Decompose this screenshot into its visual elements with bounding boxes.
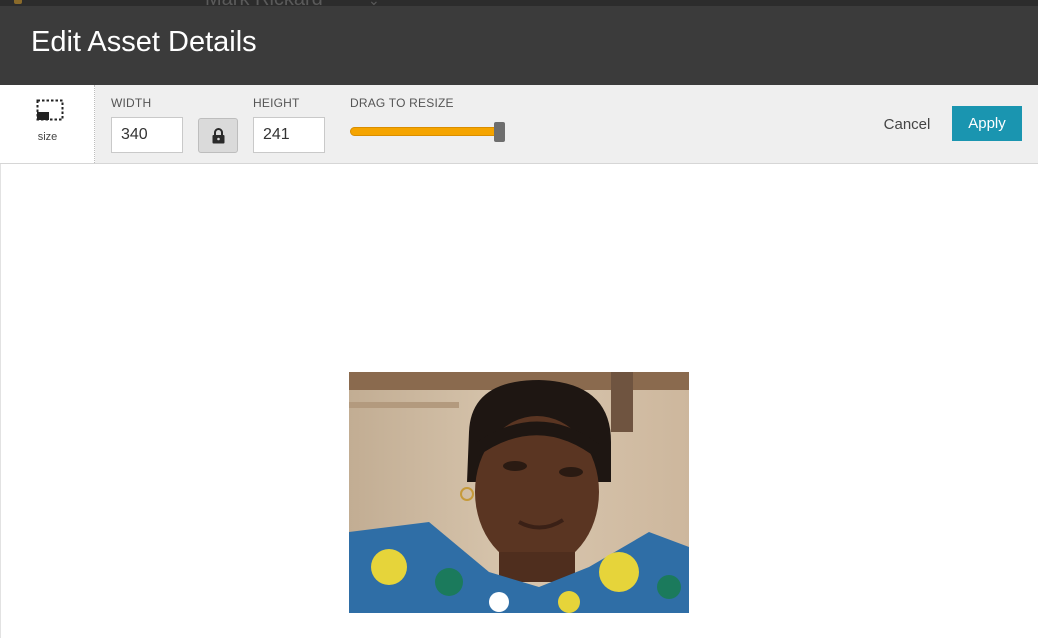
size-tool-label: size — [37, 131, 58, 143]
slider-fill — [350, 127, 500, 136]
resize-toolbar: size WIDTH HEIGHT DRAG TO RESIZE Cancel … — [0, 85, 1038, 164]
portrait-photo — [349, 372, 689, 613]
lock-icon — [212, 128, 225, 144]
asset-preview-image — [349, 372, 689, 613]
width-label: WIDTH — [111, 96, 152, 110]
size-tool-button[interactable]: size — [0, 85, 95, 163]
modal-header: Edit Asset Details — [0, 6, 1038, 85]
modal-title: Edit Asset Details — [31, 26, 257, 58]
height-input[interactable] — [253, 117, 325, 153]
aspect-lock-button[interactable] — [198, 118, 238, 153]
slider-handle[interactable] — [494, 122, 505, 142]
apply-button[interactable]: Apply — [952, 106, 1022, 141]
app-logo — [14, 0, 22, 4]
width-input[interactable] — [111, 117, 183, 153]
resize-frame-icon — [36, 99, 64, 121]
height-label: HEIGHT — [253, 96, 300, 110]
resize-slider[interactable] — [350, 122, 505, 142]
cancel-button[interactable]: Cancel — [872, 113, 942, 135]
drag-to-resize-label: DRAG TO RESIZE — [350, 96, 454, 110]
slider-track — [350, 127, 500, 136]
